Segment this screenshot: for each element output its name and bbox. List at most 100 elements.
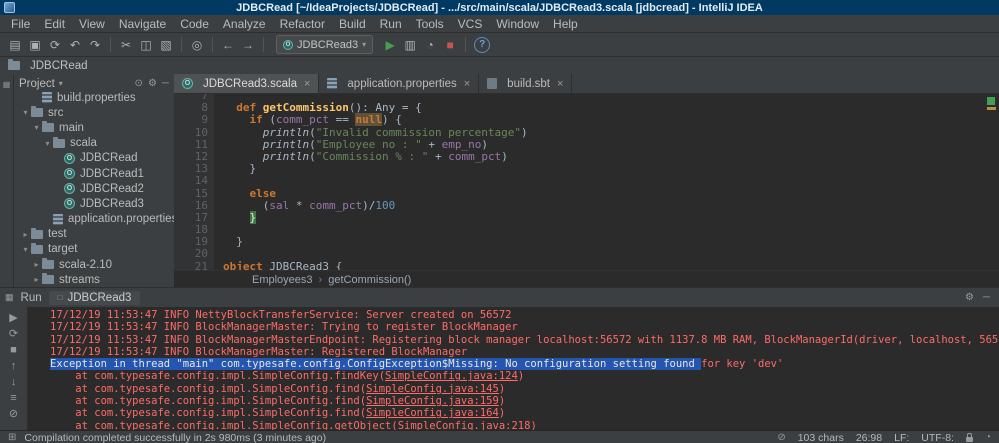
menu-item-vcs[interactable]: VCS (451, 16, 490, 32)
collapse-icon[interactable]: ─ (983, 292, 990, 303)
cut-icon[interactable]: ✂ (116, 35, 136, 54)
save-all-icon[interactable]: ▣ (25, 35, 45, 54)
code-editor[interactable]: 78 def getCommission(): Any = {9 if (com… (174, 94, 999, 270)
tree-open-arrow-icon[interactable]: ▾ (42, 139, 53, 148)
back-icon[interactable]: ← (218, 35, 238, 54)
close-icon[interactable]: × (464, 78, 470, 90)
menu-item-window[interactable]: Window (489, 16, 546, 32)
copy-icon[interactable]: ◫ (136, 35, 156, 54)
tool-window-bar-icon[interactable]: ▦ (3, 80, 11, 89)
status-segment[interactable]: 26:98 (856, 432, 882, 443)
stack-trace-link[interactable]: SimpleConfig.java:159 (366, 395, 499, 407)
tree-item-jdbcread[interactable]: O JDBCRead (14, 151, 174, 166)
menu-item-refactor[interactable]: Refactor (273, 16, 332, 32)
stop-icon[interactable]: ■ (440, 35, 460, 54)
menu-item-build[interactable]: Build (332, 16, 373, 32)
forward-icon[interactable]: → (238, 35, 258, 54)
close-icon[interactable]: × (557, 78, 563, 90)
app-icon (4, 2, 15, 13)
run-configuration-select[interactable]: O JDBCRead3 ▾ (276, 35, 374, 54)
menu-item-navigate[interactable]: Navigate (112, 16, 173, 32)
menu-item-view[interactable]: View (72, 16, 112, 32)
tree-item-target[interactable]: ▾ target (14, 242, 174, 257)
menu-item-file[interactable]: File (4, 16, 37, 32)
run-icon[interactable]: ▶ (380, 35, 400, 54)
tree-item-streams[interactable]: ▸ streams (14, 272, 174, 287)
menu-item-tools[interactable]: Tools (409, 16, 451, 32)
status-segment[interactable]: UTF-8: (921, 432, 954, 443)
hector-icon[interactable]: ◔ (985, 432, 991, 443)
tree-item-application-properties[interactable]: application.properties (14, 212, 174, 227)
editor-tab-jdbcread3-scala[interactable]: O JDBCRead3.scala × (174, 74, 320, 93)
project-panel-title[interactable]: Project (19, 78, 55, 90)
tree-item-src[interactable]: ▾ src (14, 105, 174, 120)
soft-wrap-icon[interactable]: ≡ (5, 390, 23, 405)
stack-trace-link[interactable]: SimpleConfig.java:164 (366, 407, 499, 419)
menu-item-edit[interactable]: Edit (37, 16, 72, 32)
event-log-icon[interactable]: ⊘ (777, 432, 785, 443)
redo-icon[interactable]: ↷ (85, 35, 105, 54)
inspection-status-icon[interactable] (987, 97, 995, 105)
find-icon[interactable]: ◎ (187, 35, 207, 54)
gear-icon[interactable]: ⚙ (148, 78, 157, 89)
profiler-icon[interactable]: ◔ (420, 35, 440, 54)
tool-window-toggle-icon[interactable]: ⊞ (8, 432, 16, 443)
stack-trace-link[interactable]: SimpleConfig.java:145 (366, 383, 499, 395)
menu-item-analyze[interactable]: Analyze (216, 16, 273, 32)
stack-trace-link[interactable]: SimpleConfig.java:124 (385, 370, 518, 382)
tree-item-jdbcread3[interactable]: O JDBCRead3 (14, 196, 174, 211)
hide-icon[interactable]: ─ (162, 78, 169, 89)
menu-item-help[interactable]: Help (546, 16, 585, 32)
sync-icon[interactable]: ⟳ (5, 326, 23, 341)
tree-closed-arrow-icon[interactable]: ▸ (20, 230, 31, 239)
down-stack-icon[interactable]: ↓ (5, 374, 23, 389)
tree-closed-arrow-icon[interactable]: ▸ (31, 275, 42, 284)
tree-item-test[interactable]: ▸ test (14, 227, 174, 242)
clear-all-icon[interactable]: ⊘ (5, 406, 23, 421)
lock-icon[interactable] (965, 432, 973, 442)
status-message[interactable]: Compilation completed successfully in 2s… (24, 432, 326, 443)
breadcrumb-class[interactable]: Employees3 (252, 274, 313, 286)
editor-tab-label: build.sbt (507, 77, 551, 90)
navbar-root[interactable]: JDBCRead (30, 60, 88, 72)
close-icon[interactable]: × (304, 78, 310, 90)
rerun-icon[interactable]: ▶ (5, 310, 23, 325)
tree-closed-arrow-icon[interactable]: ▸ (31, 260, 42, 269)
tree-item-jdbcread2[interactable]: O JDBCRead2 (14, 181, 174, 196)
menu-item-run[interactable]: Run (373, 16, 409, 32)
status-right-group: ⊘ 103 chars 26:98 LF: UTF-8: ◔ (777, 432, 991, 443)
help-icon[interactable]: ? (474, 36, 491, 53)
tree-item-main[interactable]: ▾ main (14, 120, 174, 135)
tree-item-jdbcread1[interactable]: O JDBCRead1 (14, 166, 174, 181)
locate-icon[interactable]: ⊙ (135, 78, 143, 89)
run-content-tab[interactable]: □ JDBCRead3 (48, 290, 141, 305)
sync-icon[interactable]: ⟳ (45, 35, 65, 54)
open-icon[interactable]: ▤ (5, 35, 25, 54)
tree-item-scala[interactable]: ▾ scala (14, 136, 174, 151)
tree-open-arrow-icon[interactable]: ▾ (20, 245, 31, 254)
paste-icon[interactable]: ▧ (156, 35, 176, 54)
up-stack-icon[interactable]: ↑ (5, 358, 23, 373)
chevron-down-icon[interactable]: ▾ (59, 79, 63, 88)
scala-file-icon: O (64, 183, 75, 195)
code-token: println (262, 125, 310, 139)
editor-tab-build-sbt[interactable]: build.sbt × (479, 74, 573, 93)
status-bar: ⊞ Compilation completed successfully in … (0, 430, 999, 443)
status-segment[interactable]: LF: (894, 432, 909, 443)
tree-item-scala-2-10[interactable]: ▸ scala-2.10 (14, 257, 174, 272)
console-output[interactable]: 17/12/19 11:53:47 INFO NettyBlockTransfe… (28, 307, 999, 431)
menu-item-code[interactable]: Code (173, 16, 216, 32)
code-line: 17 } (174, 210, 999, 224)
coverage-icon[interactable]: ▥ (400, 35, 420, 54)
status-segment[interactable]: 103 chars (798, 432, 844, 443)
code-token: 100 (375, 198, 396, 212)
breadcrumb-method[interactable]: getCommission() (328, 274, 411, 286)
editor-tab-application-properties[interactable]: application.properties × (319, 74, 480, 93)
tree-item-build-properties[interactable]: build.properties (14, 90, 174, 105)
gear-icon[interactable]: ⚙ (965, 292, 974, 303)
tree-open-arrow-icon[interactable]: ▾ (20, 108, 31, 117)
undo-icon[interactable]: ↶ (65, 35, 85, 54)
error-stripe-mark[interactable] (987, 107, 996, 110)
stop-icon[interactable]: ■ (5, 342, 23, 357)
tree-open-arrow-icon[interactable]: ▾ (31, 123, 42, 132)
